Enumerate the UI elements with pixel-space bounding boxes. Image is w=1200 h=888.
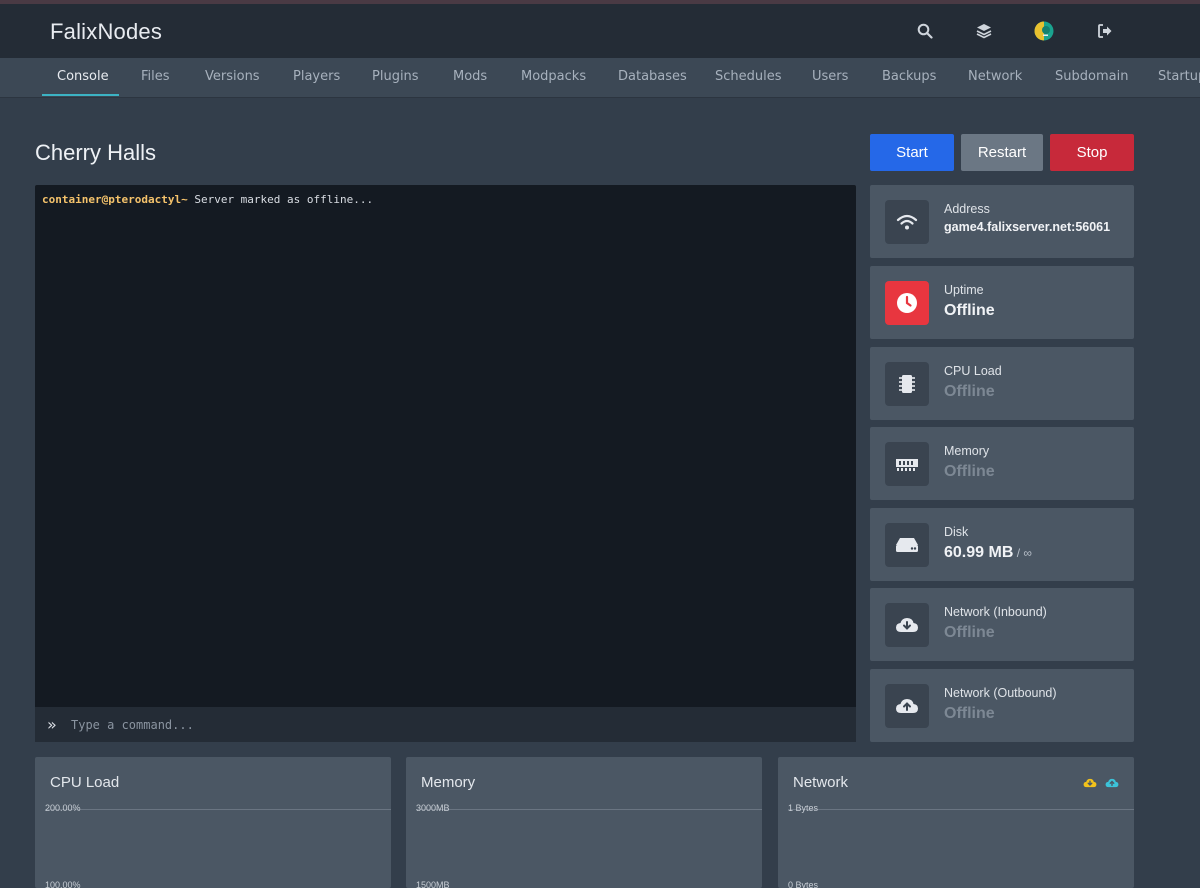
- stat-label: Network (Outbound): [944, 686, 1057, 700]
- network-outbound-value: Offline: [944, 705, 995, 722]
- hard-drive-icon: [885, 523, 929, 567]
- cpu-chip-icon: [885, 362, 929, 406]
- graph-tick-label: 100.00%: [45, 880, 81, 888]
- stat-card-network-inbound: Network (Inbound) Offline: [870, 588, 1134, 661]
- command-bar: »: [35, 707, 856, 742]
- tab-schedules[interactable]: Schedules: [715, 69, 782, 84]
- console-prompt: container@pterodactyl~: [42, 193, 188, 206]
- graph-tick-label: 0 Bytes: [788, 880, 819, 888]
- graph-title: Network: [793, 774, 849, 791]
- cloud-download-legend-icon[interactable]: [1082, 775, 1098, 791]
- tab-users[interactable]: Users: [812, 69, 848, 84]
- tab-mods[interactable]: Mods: [453, 69, 487, 84]
- brand-logo[interactable]: FalixNodes: [50, 19, 162, 45]
- tab-startup[interactable]: Startup: [1158, 69, 1200, 84]
- memory-icon: [885, 442, 929, 486]
- graph-tick-label: 3000MB: [416, 803, 450, 813]
- stat-card-memory: Memory Offline: [870, 427, 1134, 500]
- page-title: Cherry Halls: [35, 140, 157, 165]
- restart-button[interactable]: Restart: [961, 134, 1043, 171]
- active-tab-indicator: [42, 94, 119, 96]
- stat-card-network-outbound: Network (Outbound) Offline: [870, 669, 1134, 742]
- cloud-upload-icon: [885, 684, 929, 728]
- cpu-value: Offline: [944, 383, 995, 400]
- graph-tick-label: 1500MB: [416, 880, 450, 888]
- cloud-upload-legend-icon[interactable]: [1104, 775, 1120, 791]
- stat-label: CPU Load: [944, 364, 1002, 378]
- disk-used: 60.99 MB: [944, 544, 1014, 561]
- tab-plugins[interactable]: Plugins: [372, 69, 419, 84]
- graph-title: CPU Load: [50, 774, 120, 791]
- tab-modpacks[interactable]: Modpacks: [521, 69, 586, 84]
- cpu-graph-panel: CPU Load 200.00% 100.00%: [35, 757, 391, 888]
- stat-card-disk: Disk 60.99 MB / ∞: [870, 508, 1134, 581]
- avatar[interactable]: [1033, 20, 1055, 42]
- graph-gridline: [788, 809, 1134, 810]
- tab-databases[interactable]: Databases: [618, 69, 687, 84]
- stat-label: Disk: [944, 525, 969, 539]
- console-message: Server marked as offline...: [187, 193, 374, 206]
- tab-players[interactable]: Players: [293, 69, 340, 84]
- console-line: container@pterodactyl~ Server marked as …: [42, 193, 373, 206]
- start-button[interactable]: Start: [870, 134, 954, 171]
- layers-icon[interactable]: [973, 20, 995, 42]
- top-bar: FalixNodes: [0, 4, 1200, 58]
- tab-versions[interactable]: Versions: [205, 69, 260, 84]
- stop-button[interactable]: Stop: [1050, 134, 1134, 171]
- cloud-download-icon: [885, 603, 929, 647]
- stat-card-cpu: CPU Load Offline: [870, 347, 1134, 420]
- server-nav: Console Files Versions Players Plugins M…: [0, 58, 1200, 98]
- disk-value: 60.99 MB / ∞: [944, 544, 1032, 562]
- graph-gridline: [45, 809, 391, 810]
- tab-network[interactable]: Network: [968, 69, 1022, 84]
- tab-subdomain[interactable]: Subdomain: [1055, 69, 1128, 84]
- wifi-icon: [885, 200, 929, 244]
- console-output[interactable]: container@pterodactyl~ Server marked as …: [35, 185, 856, 707]
- memory-value: Offline: [944, 463, 995, 480]
- network-graph-panel: Network 1 Bytes 0 Bytes: [778, 757, 1134, 888]
- graph-tick-label: 200.00%: [45, 803, 81, 813]
- stat-card-address: Address game4.falixserver.net:56061: [870, 185, 1134, 258]
- graph-gridline: [416, 809, 762, 810]
- chevron-right-icon: »: [47, 715, 57, 734]
- nav-divider: [0, 97, 1200, 98]
- uptime-value: Offline: [944, 302, 995, 319]
- stat-card-uptime: Uptime Offline: [870, 266, 1134, 339]
- stat-label: Uptime: [944, 283, 984, 297]
- clock-icon: [885, 281, 929, 325]
- tab-files[interactable]: Files: [141, 69, 170, 84]
- graph-title: Memory: [421, 774, 476, 791]
- stat-label: Memory: [944, 444, 990, 458]
- logout-icon[interactable]: [1094, 20, 1116, 42]
- tab-console[interactable]: Console: [57, 69, 109, 84]
- server-address[interactable]: game4.falixserver.net:56061: [944, 220, 1110, 234]
- network-inbound-value: Offline: [944, 624, 995, 641]
- stat-label: Network (Inbound): [944, 605, 1047, 619]
- search-icon[interactable]: [914, 20, 936, 42]
- stat-label: Address: [944, 202, 990, 216]
- disk-limit: / ∞: [1013, 546, 1032, 560]
- tab-backups[interactable]: Backups: [882, 69, 936, 84]
- graph-tick-label: 1 Bytes: [788, 803, 819, 813]
- memory-graph-panel: Memory 3000MB 1500MB: [406, 757, 762, 888]
- command-input[interactable]: [71, 715, 831, 735]
